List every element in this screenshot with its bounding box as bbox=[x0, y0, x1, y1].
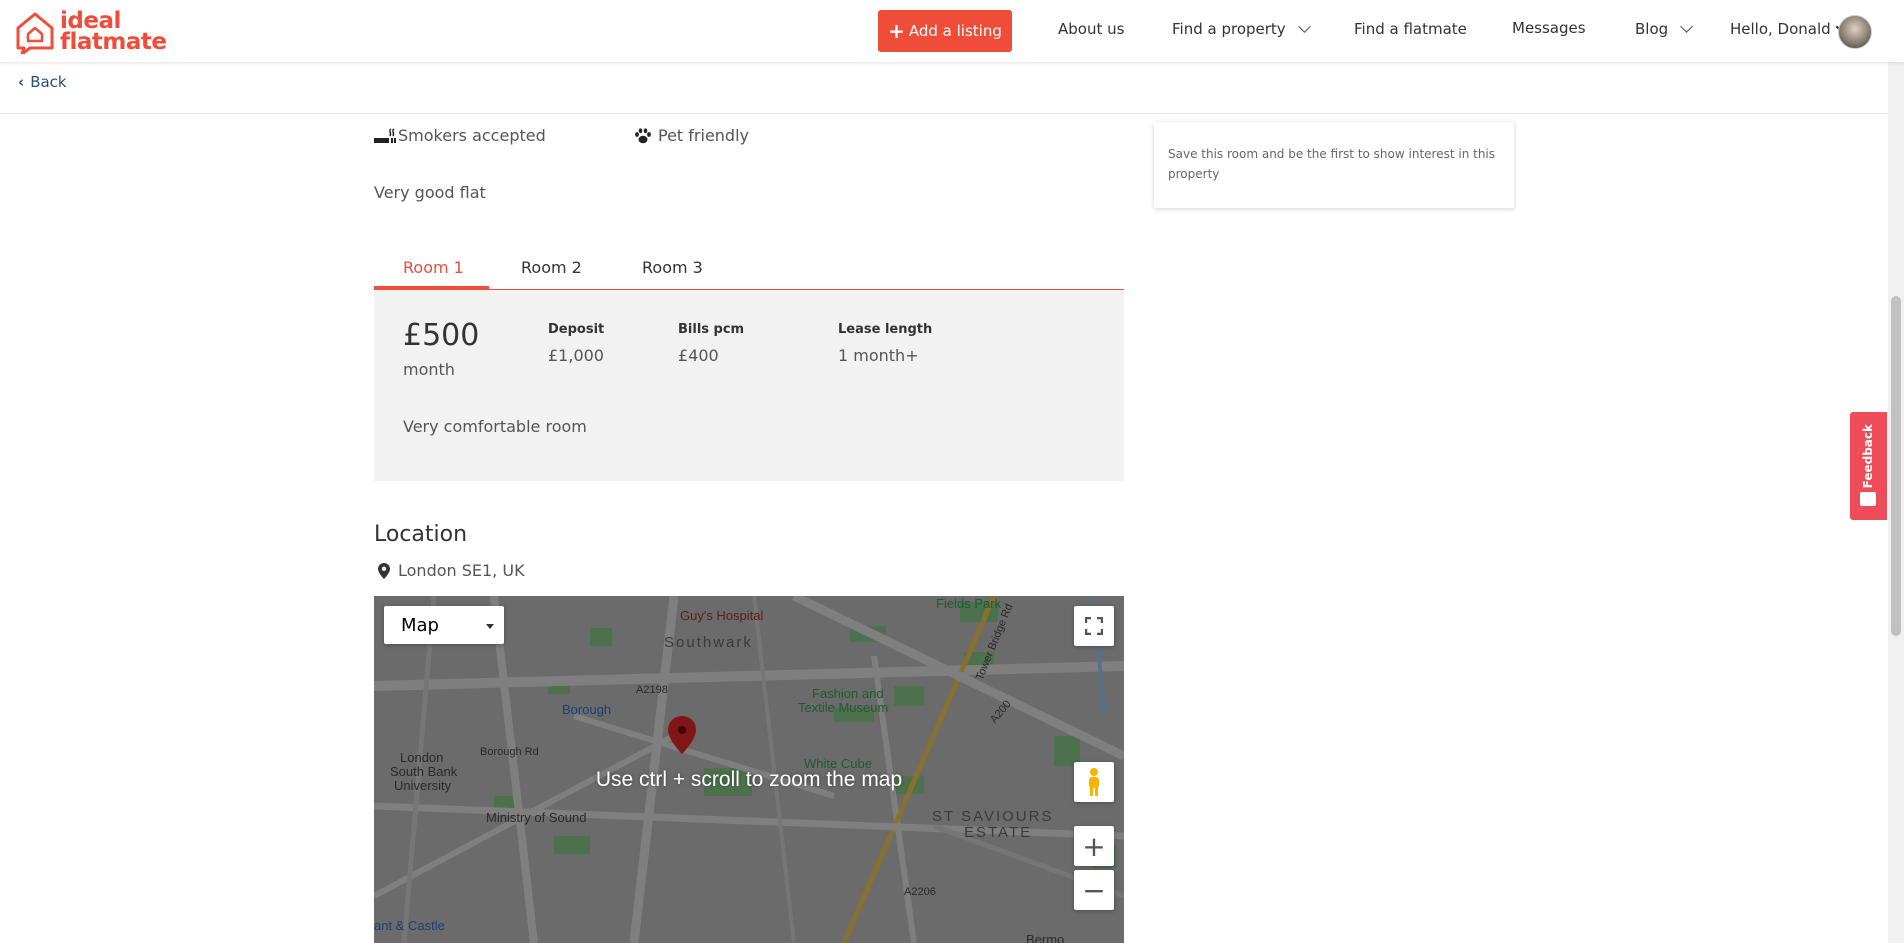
bills-label: Bills pcm bbox=[678, 322, 745, 337]
smoking-icon bbox=[374, 127, 396, 143]
map-label-borough-rd: Borough Rd bbox=[480, 746, 539, 758]
nav-messages-label: Messages bbox=[1512, 19, 1586, 37]
location-title: Location bbox=[374, 522, 468, 547]
site-header: ideal flatmate + Add a listing About us … bbox=[0, 0, 1904, 62]
map-label-fields-park: Fields Park bbox=[936, 596, 1002, 611]
map-label-fashion-museum-2: Textile Museum bbox=[798, 700, 889, 715]
user-menu[interactable]: Hello, Donald bbox=[1730, 20, 1844, 38]
map-type-select[interactable]: Map bbox=[384, 606, 504, 644]
logo-house-icon bbox=[16, 12, 54, 54]
nav-blog[interactable]: Blog bbox=[1635, 20, 1694, 38]
zoom-in-button[interactable]: + bbox=[1074, 826, 1114, 866]
feature-pets: Pet friendly bbox=[634, 126, 749, 145]
feature-smokers-label: Smokers accepted bbox=[398, 126, 546, 145]
caret-down-icon bbox=[486, 624, 494, 629]
map-label-a2198: A2198 bbox=[636, 684, 668, 696]
deposit-value: £1,000 bbox=[548, 346, 604, 365]
map-label-guys-hospital: Guy's Hospital bbox=[680, 608, 764, 623]
map-label-st-saviours-2: ESTATE bbox=[964, 824, 1033, 841]
room-price-unit: month bbox=[403, 360, 455, 379]
logo[interactable]: ideal flatmate bbox=[14, 10, 167, 54]
feedback-tab[interactable]: Feedback bbox=[1850, 412, 1887, 520]
feature-smokers: Smokers accepted bbox=[374, 126, 546, 145]
paw-icon bbox=[635, 127, 651, 143]
fullscreen-button[interactable] bbox=[1074, 606, 1114, 646]
map-type-label: Map bbox=[401, 615, 439, 636]
back-link[interactable]: ‹ Back bbox=[18, 73, 67, 91]
save-room-text: Save this room and be the first to show … bbox=[1168, 147, 1496, 181]
map-label-a2206: A2206 bbox=[904, 886, 936, 898]
back-label: Back bbox=[30, 73, 67, 91]
deposit-label: Deposit bbox=[548, 322, 605, 337]
listing-description: Very good flat bbox=[374, 183, 486, 202]
nav-find-flatmate[interactable]: Find a flatmate bbox=[1354, 20, 1467, 38]
nav-find-flatmate-label: Find a flatmate bbox=[1354, 20, 1467, 38]
feedback-smile-icon bbox=[1860, 492, 1876, 506]
room-price: £500 bbox=[403, 318, 480, 353]
tab-room-2[interactable]: Room 2 bbox=[521, 258, 582, 277]
lease-value: 1 month+ bbox=[838, 346, 919, 365]
map-label-elephant-castle: ant & Castle bbox=[374, 918, 445, 933]
map-pin-icon bbox=[378, 562, 390, 579]
feature-pets-label: Pet friendly bbox=[658, 126, 749, 145]
nav-find-property-label: Find a property bbox=[1172, 20, 1286, 38]
logo-line-2: flatmate bbox=[60, 29, 167, 55]
user-greeting: Hello, Donald bbox=[1730, 20, 1831, 38]
room-tabs: Room 1 Room 2 Room 3 bbox=[374, 252, 1124, 290]
room-details: £500 month Deposit £1,000 Bills pcm £400… bbox=[374, 290, 1124, 481]
avatar[interactable] bbox=[1838, 15, 1872, 49]
map-label-lsbu-1: London bbox=[400, 750, 444, 765]
minus-icon: − bbox=[1082, 873, 1106, 907]
tab-room-1[interactable]: Room 1 bbox=[403, 258, 464, 277]
map-label-ministry-of-sound: Ministry of Sound bbox=[486, 810, 587, 825]
location-address-text: London SE1, UK bbox=[398, 561, 525, 580]
scrollbar-thumb[interactable] bbox=[1891, 296, 1901, 636]
chevron-down-icon bbox=[1680, 20, 1694, 33]
plus-icon: + bbox=[1082, 829, 1106, 863]
zoom-out-button[interactable]: − bbox=[1074, 870, 1114, 910]
location-map[interactable]: Fields Park Guy's Hospital Southwark Fas… bbox=[374, 596, 1124, 943]
back-bar: ‹ Back bbox=[0, 62, 1888, 114]
page-scrollbar[interactable] bbox=[1888, 0, 1904, 943]
add-listing-button[interactable]: + Add a listing bbox=[878, 10, 1012, 52]
map-zoom-hint: Use ctrl + scroll to zoom the map bbox=[595, 768, 903, 791]
nav-about-label: About us bbox=[1058, 20, 1125, 38]
location-address: London SE1, UK bbox=[378, 561, 525, 580]
lease-label: Lease length bbox=[838, 322, 933, 337]
map-label-borough: Borough bbox=[562, 702, 612, 717]
nav-find-property[interactable]: Find a property bbox=[1172, 20, 1311, 38]
logo-text: ideal flatmate bbox=[60, 10, 167, 55]
add-listing-label: Add a listing bbox=[908, 22, 1002, 40]
feedback-label: Feedback bbox=[1861, 424, 1875, 489]
save-room-card: Save this room and be the first to show … bbox=[1154, 122, 1514, 208]
map-label-st-saviours-1: ST SAVIOURS bbox=[932, 808, 1054, 825]
chevron-down-icon bbox=[1297, 20, 1311, 33]
nav-messages[interactable]: Messages bbox=[1512, 19, 1586, 37]
nav-about-us[interactable]: About us bbox=[1058, 20, 1124, 38]
fullscreen-icon bbox=[1085, 617, 1103, 635]
plus-icon: + bbox=[888, 19, 905, 43]
chevron-left-icon: ‹ bbox=[18, 73, 25, 91]
tab-room-3[interactable]: Room 3 bbox=[642, 258, 703, 277]
map-label-southwark: Southwark bbox=[664, 634, 753, 651]
map-label-fashion-museum-1: Fashion and bbox=[812, 686, 884, 701]
map-label-bermondsey: Bermo bbox=[1026, 932, 1065, 943]
room-description: Very comfortable room bbox=[403, 417, 587, 436]
bills-value: £400 bbox=[678, 346, 719, 365]
nav-blog-label: Blog bbox=[1635, 20, 1669, 38]
